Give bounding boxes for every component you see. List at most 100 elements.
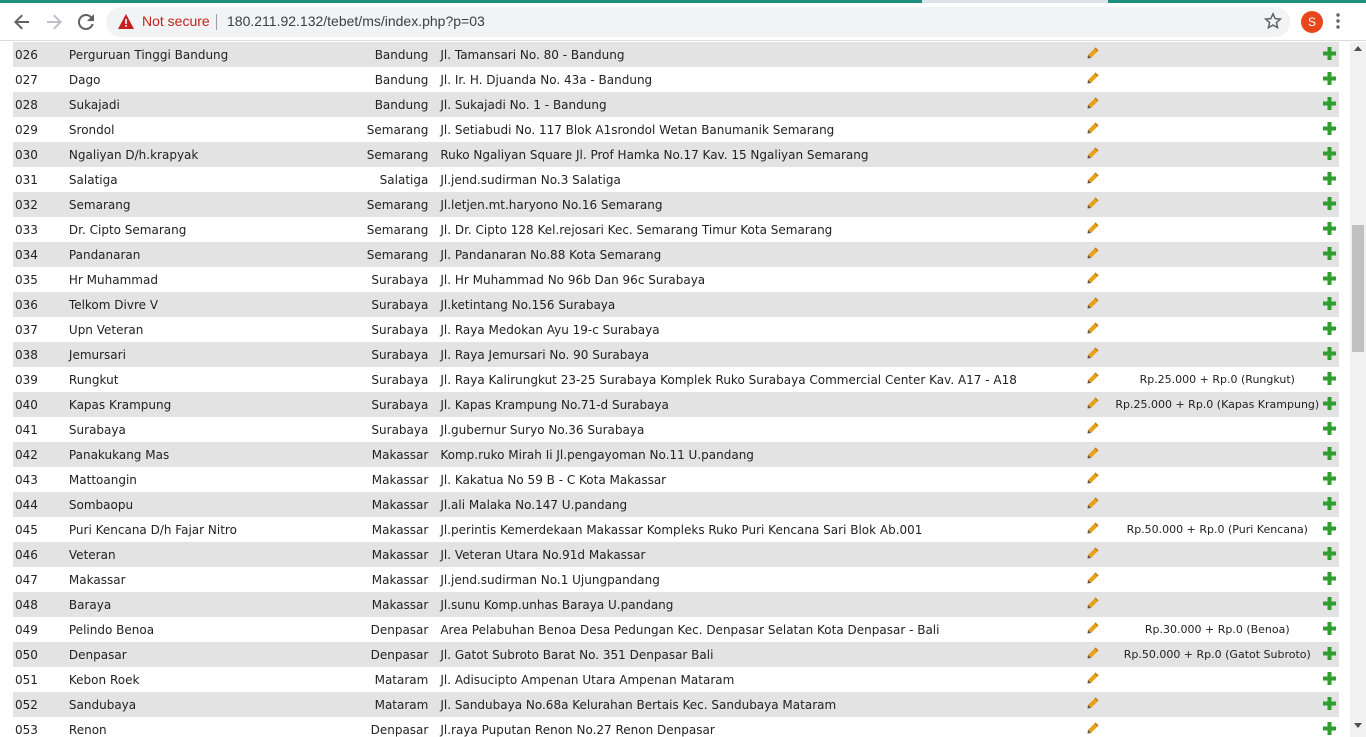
edit-pencil-icon[interactable] xyxy=(1086,271,1100,288)
add-plus-icon[interactable] xyxy=(1322,46,1336,63)
edit-pencil-icon[interactable] xyxy=(1086,171,1100,188)
branch-address: Area Pelabuhan Benoa Desa Pedungan Kec. … xyxy=(440,622,940,637)
branch-code: 052 xyxy=(13,692,69,717)
edit-pencil-icon[interactable] xyxy=(1086,121,1100,138)
add-plus-icon[interactable] xyxy=(1322,396,1336,413)
edit-pencil-icon[interactable] xyxy=(1086,146,1100,163)
edit-pencil-icon[interactable] xyxy=(1086,621,1100,638)
fee-info: Rp.50.000 + Rp.0 (Gatot Subroto) xyxy=(1115,642,1320,667)
scrollbar-thumb[interactable] xyxy=(1352,225,1364,352)
branch-city: Surabaya xyxy=(320,342,441,367)
fee-info xyxy=(1115,542,1320,567)
branch-city: Denpasar xyxy=(370,722,429,737)
scroll-down-arrow-icon[interactable] xyxy=(1354,723,1362,728)
branch-name: Sandubaya xyxy=(68,692,321,717)
edit-pencil-icon[interactable] xyxy=(1086,221,1100,238)
edit-pencil-icon[interactable] xyxy=(1086,546,1100,563)
fee-info xyxy=(1115,417,1319,442)
add-cell xyxy=(1319,617,1339,642)
address-bar[interactable]: Not secure 180.211.92.132/tebet/ms/index… xyxy=(106,7,1290,37)
edit-pencil-icon[interactable] xyxy=(1086,646,1100,663)
branch-name: Pelindo Benoa xyxy=(68,622,155,637)
edit-pencil-icon[interactable] xyxy=(1086,71,1100,88)
edit-cell xyxy=(1086,267,1115,292)
edit-pencil-icon[interactable] xyxy=(1086,246,1100,263)
add-plus-icon[interactable] xyxy=(1322,471,1336,488)
add-plus-icon[interactable] xyxy=(1322,546,1336,563)
add-plus-icon[interactable] xyxy=(1322,596,1336,613)
edit-pencil-icon[interactable] xyxy=(1086,96,1100,113)
add-plus-icon[interactable] xyxy=(1322,696,1336,713)
branch-name: Telkom Divre V xyxy=(68,292,321,317)
add-plus-icon[interactable] xyxy=(1322,721,1336,737)
add-cell xyxy=(1319,267,1339,292)
table-row: 044 Sombaopu Makassar Jl.ali Malaka No.147 … xyxy=(13,492,1339,517)
add-plus-icon[interactable] xyxy=(1322,71,1336,88)
add-plus-icon[interactable] xyxy=(1322,671,1336,688)
add-plus-icon[interactable] xyxy=(1322,171,1336,188)
add-plus-icon[interactable] xyxy=(1322,96,1336,113)
edit-pencil-icon[interactable] xyxy=(1086,671,1100,688)
add-plus-icon[interactable] xyxy=(1322,421,1336,438)
edit-pencil-icon[interactable] xyxy=(1086,346,1100,363)
scroll-up-arrow-icon[interactable] xyxy=(1354,46,1362,51)
edit-cell xyxy=(1085,542,1116,567)
browser-toolbar: Not secure 180.211.92.132/tebet/ms/index… xyxy=(0,3,1366,41)
forward-button[interactable] xyxy=(40,8,68,36)
branch-code: 033 xyxy=(15,222,38,237)
add-plus-icon[interactable] xyxy=(1322,446,1336,463)
edit-pencil-icon[interactable] xyxy=(1086,196,1100,213)
branch-city: Makassar xyxy=(371,522,429,537)
table-row: 028 Sukajadi Bandung Jl. Sukajadi No. 1 - B… xyxy=(13,92,1339,117)
vertical-scrollbar[interactable] xyxy=(1350,42,1366,737)
url-text[interactable]: 180.211.92.132/tebet/ms/index.php?p=03 xyxy=(227,13,485,29)
edit-pencil-icon[interactable] xyxy=(1086,321,1100,338)
add-plus-icon[interactable] xyxy=(1322,146,1336,163)
add-cell xyxy=(1319,292,1339,317)
add-plus-icon[interactable] xyxy=(1322,571,1336,588)
edit-pencil-icon[interactable] xyxy=(1086,596,1100,613)
add-plus-icon[interactable] xyxy=(1322,371,1336,388)
edit-pencil-icon[interactable] xyxy=(1086,46,1100,63)
fee-info: Rp.30.000 + Rp.0 (Benoa) xyxy=(1144,623,1290,636)
reload-button[interactable] xyxy=(72,8,100,36)
branch-address: Jl.gubernur Suryo No.36 Surabaya xyxy=(440,422,645,437)
add-plus-icon[interactable] xyxy=(1322,196,1336,213)
branch-city: Mataram xyxy=(374,672,429,687)
edit-pencil-icon[interactable] xyxy=(1086,496,1100,513)
edit-pencil-icon[interactable] xyxy=(1086,421,1100,438)
edit-pencil-icon[interactable] xyxy=(1086,396,1100,413)
branch-code: 031 xyxy=(15,172,38,187)
add-plus-icon[interactable] xyxy=(1322,646,1336,663)
edit-pencil-icon[interactable] xyxy=(1086,721,1100,737)
kebab-menu-icon[interactable] xyxy=(1336,13,1340,29)
bookmark-star-icon[interactable] xyxy=(1264,12,1282,30)
branch-city: Semarang xyxy=(320,142,441,167)
add-cell xyxy=(1319,442,1339,467)
add-plus-icon[interactable] xyxy=(1322,271,1336,288)
branch-address: Jl.letjen.mt.haryono No.16 Semarang xyxy=(440,192,1086,217)
edit-pencil-icon[interactable] xyxy=(1086,296,1100,313)
security-label[interactable]: Not secure xyxy=(142,13,210,29)
back-button[interactable] xyxy=(8,8,36,36)
add-plus-icon[interactable] xyxy=(1322,346,1336,363)
edit-pencil-icon[interactable] xyxy=(1086,521,1100,538)
edit-pencil-icon[interactable] xyxy=(1086,471,1100,488)
edit-pencil-icon[interactable] xyxy=(1086,696,1100,713)
profile-avatar[interactable]: S xyxy=(1301,11,1323,33)
add-plus-icon[interactable] xyxy=(1322,296,1336,313)
add-plus-icon[interactable] xyxy=(1322,246,1336,263)
add-plus-icon[interactable] xyxy=(1322,121,1336,138)
branch-address: Jl.sunu Komp.unhas Baraya U.pandang xyxy=(440,592,1086,617)
add-plus-icon[interactable] xyxy=(1322,221,1336,238)
edit-pencil-icon[interactable] xyxy=(1086,446,1100,463)
edit-pencil-icon[interactable] xyxy=(1086,371,1100,388)
branch-name: Mattoangin xyxy=(68,472,137,487)
add-cell xyxy=(1319,517,1339,542)
add-plus-icon[interactable] xyxy=(1322,321,1336,338)
add-plus-icon[interactable] xyxy=(1322,621,1336,638)
edit-pencil-icon[interactable] xyxy=(1086,571,1100,588)
add-plus-icon[interactable] xyxy=(1322,521,1336,538)
add-plus-icon[interactable] xyxy=(1322,496,1336,513)
edit-cell xyxy=(1085,192,1116,217)
